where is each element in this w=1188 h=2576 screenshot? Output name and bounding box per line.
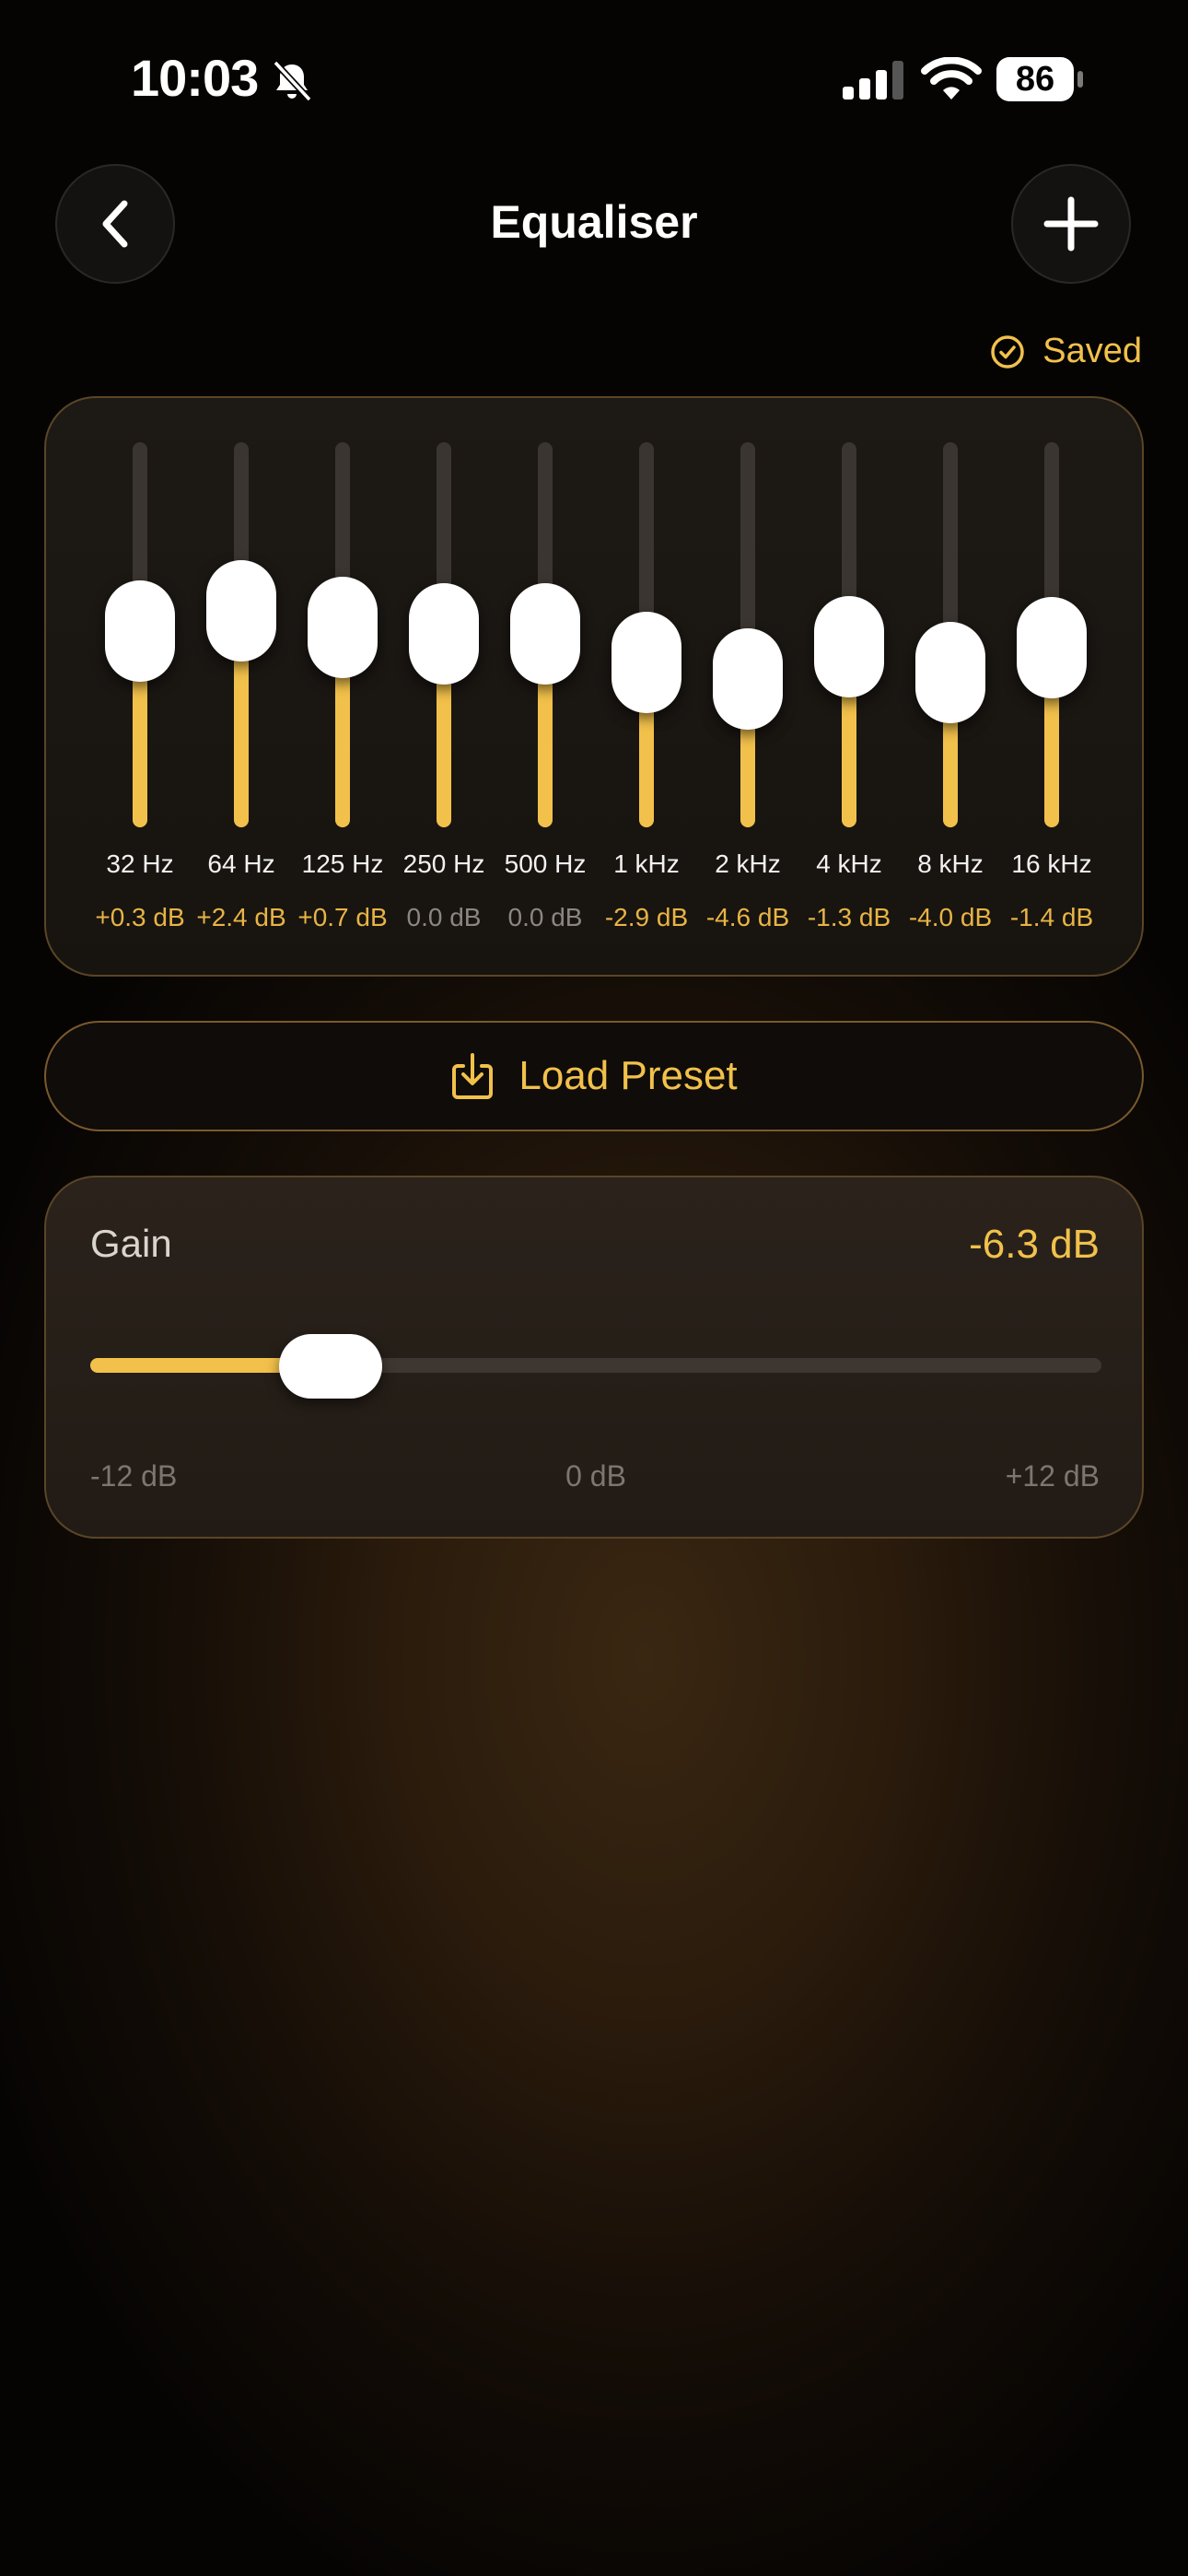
download-tray-icon	[452, 1053, 494, 1099]
battery-cap	[1077, 71, 1083, 88]
equalizer-panel: 32 Hz +0.3 dB 64 Hz +2.4 dB 125 Hz +0.7 dB 250…	[44, 396, 1144, 977]
checkmark-circle-icon	[991, 334, 1024, 369]
eq-band-64-hz: 64 Hz +2.4 dB	[191, 398, 292, 978]
cellular-signal-icon	[843, 61, 903, 100]
eq-slider-thumb[interactable]	[1017, 596, 1087, 698]
eq-band-125-hz: 125 Hz +0.7 dB	[292, 398, 393, 978]
plus-icon	[1043, 196, 1099, 252]
eq-slider-thumb[interactable]	[206, 559, 276, 662]
wifi-icon	[921, 57, 982, 100]
eq-slider-thumb[interactable]	[814, 595, 884, 697]
gain-value: -6.3 dB	[969, 1222, 1100, 1267]
gain-scale-max: +12 dB	[1005, 1459, 1100, 1493]
eq-slider-thumb[interactable]	[611, 611, 681, 713]
eq-slider-thumb[interactable]	[915, 622, 985, 724]
battery-indicator: 86	[996, 57, 1085, 101]
load-preset-button[interactable]: Load Preset	[44, 1021, 1144, 1131]
battery-level: 86	[996, 57, 1074, 101]
add-button[interactable]	[1011, 164, 1131, 284]
gain-scale-mid: 0 dB	[565, 1459, 626, 1493]
status-time: 10:03	[131, 49, 259, 107]
saved-label: Saved	[1042, 332, 1142, 370]
eq-slider-thumb[interactable]	[409, 583, 479, 685]
eq-slider-thumb[interactable]	[713, 627, 783, 730]
eq-slider-thumb[interactable]	[510, 583, 580, 685]
gain-slider-thumb[interactable]	[278, 1334, 382, 1399]
status-bar: 10:03 86	[0, 0, 1188, 157]
eq-slider-thumb[interactable]	[105, 580, 175, 682]
eq-band-2-khz: 2 kHz -4.6 dB	[697, 398, 798, 978]
load-preset-label: Load Preset	[518, 1053, 738, 1098]
eq-band-gain: -1.4 dB	[1009, 903, 1094, 931]
page-title: Equaliser	[490, 196, 698, 248]
eq-band-250-hz: 250 Hz 0.0 dB	[393, 398, 495, 978]
eq-band-frequency: 16 kHz	[1011, 849, 1092, 878]
eq-band-32-hz: 32 Hz +0.3 dB	[89, 398, 191, 978]
eq-slider-thumb[interactable]	[308, 576, 378, 678]
eq-band-500-hz: 500 Hz 0.0 dB	[495, 398, 596, 978]
gain-label: Gain	[90, 1222, 172, 1265]
bell-slash-icon	[273, 60, 312, 102]
eq-band-8-khz: 8 kHz -4.0 dB	[900, 398, 1001, 978]
eq-band-4-khz: 4 kHz -1.3 dB	[798, 398, 900, 978]
eq-band-1-khz: 1 kHz -2.9 dB	[596, 398, 697, 978]
gain-panel: Gain -6.3 dB -12 dB 0 dB +12 dB	[44, 1176, 1144, 1539]
eq-band-16-khz: 16 kHz -1.4 dB	[1001, 398, 1102, 978]
saved-indicator: Saved	[989, 332, 1142, 371]
